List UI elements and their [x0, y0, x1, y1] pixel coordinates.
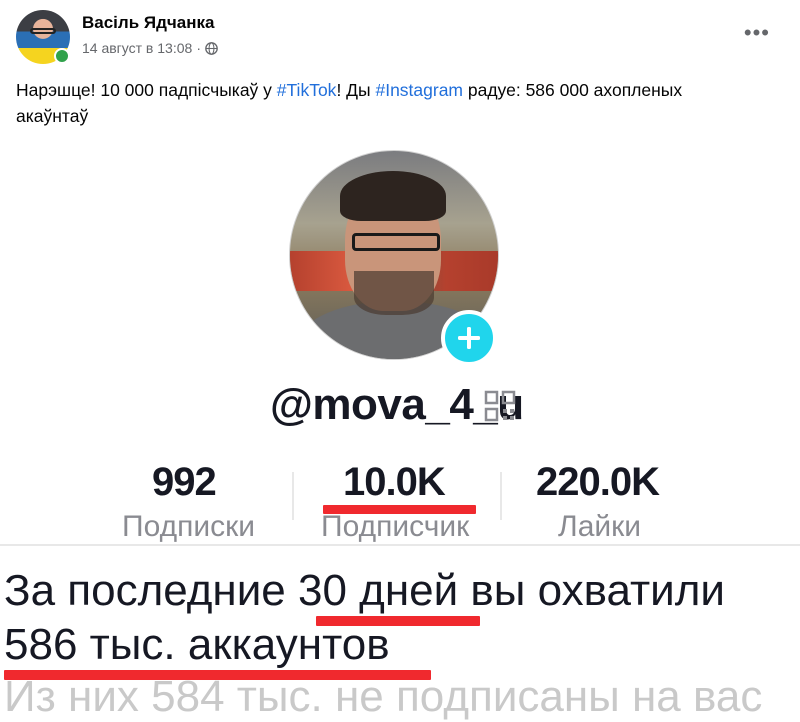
post-header: Васіль Ядчанка 14 август в 13:08 · ••• [0, 0, 800, 70]
author-name[interactable]: Васіль Ядчанка [82, 13, 214, 33]
pic-hair [340, 171, 446, 221]
reach-line-2: 586 тыс. аккаунтов [4, 620, 390, 669]
pic-beard [354, 271, 434, 315]
stat-following-label: Подписки [122, 510, 255, 543]
plus-icon [458, 327, 480, 349]
globe-icon [205, 41, 218, 55]
stat-divider [500, 472, 502, 520]
stat-followers-label: Подписчик [321, 510, 470, 543]
reach-line-3-partial: Из них 584 тыс. не подписаны на вас [4, 672, 763, 721]
reach-text-part: вы охватили [458, 566, 725, 615]
post-timestamp[interactable]: 14 август в 13:08 [82, 40, 192, 56]
more-options-button[interactable]: ••• [744, 20, 770, 46]
follow-plus-button[interactable] [441, 310, 497, 366]
post-text: Нарэшце! 10 000 падпісчыкаў у #TikTok! Д… [16, 77, 716, 129]
post-meta: 14 август в 13:08 · [82, 40, 218, 56]
post-text-part: ! Ды [336, 80, 376, 100]
hashtag-instagram[interactable]: #Instagram [375, 80, 463, 100]
reach-text-part: За последние [4, 566, 298, 615]
reach-highlight-30-days: 30 дней [298, 566, 459, 615]
meta-separator: · [196, 40, 201, 56]
stat-likes-label: Лайки [558, 510, 642, 543]
qr-code-icon [484, 390, 516, 422]
screenshot-seam [0, 544, 800, 546]
reach-line-1: За последние 30 дней вы охватили [4, 566, 725, 616]
avatar-glasses [30, 28, 56, 34]
hashtag-tiktok[interactable]: #TikTok [277, 80, 337, 100]
stat-following-value: 992 [152, 460, 217, 504]
post-text-part: Нарэшце! 10 000 падпісчыкаў у [16, 80, 277, 100]
stat-followers-value: 10.0K [343, 460, 446, 504]
stat-divider [292, 472, 294, 520]
stat-likes-value: 220.0K [536, 460, 660, 504]
online-status-dot [54, 48, 70, 64]
pic-glasses [352, 233, 440, 251]
